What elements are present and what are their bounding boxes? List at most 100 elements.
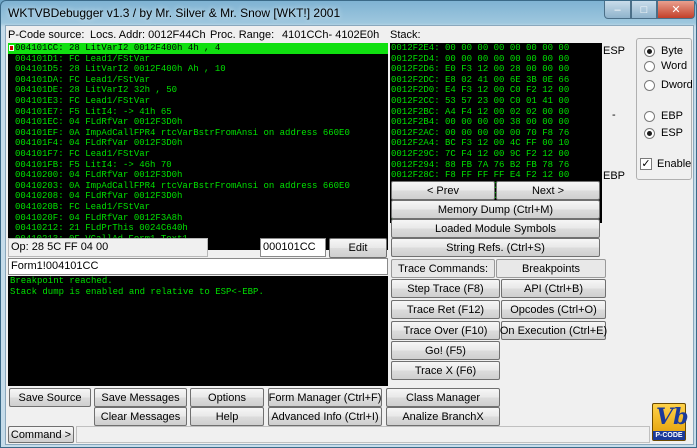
- stack-line[interactable]: 0012F2BC: A4 F4 12 00 02 02 00 00: [390, 107, 602, 118]
- class-manager-button[interactable]: Class Manager: [386, 388, 500, 407]
- code-line[interactable]: 004101CC: 28 LitVarI2 0012F400h 4h , 4: [8, 43, 388, 54]
- code-line[interactable]: 004101F4: 04 FLdRfVar 0012F3D0h: [8, 138, 388, 149]
- radio-dword-dot[interactable]: [644, 79, 655, 91]
- op-field: Op: 28 5C FF 04 00: [8, 238, 208, 257]
- code-line[interactable]: 004101DE: 28 LitVarI2 32h , 50: [8, 85, 388, 96]
- help-button[interactable]: Help: [190, 407, 264, 426]
- radio-word-dot[interactable]: [644, 60, 655, 72]
- file-offs-label: File Offs:: [214, 241, 258, 253]
- stack-line[interactable]: 0012F2CC: 53 57 23 00 C0 01 41 00: [390, 96, 602, 107]
- trace-ret-button[interactable]: Trace Ret (F12): [391, 300, 500, 319]
- code-line[interactable]: 00410212: 21 FLdPrThis 0024C640h: [8, 223, 388, 234]
- maximize-button[interactable]: □: [631, 1, 657, 19]
- options-button[interactable]: Options: [190, 388, 264, 407]
- stack-line[interactable]: 0012F28C: F8 FF FF FF E4 F2 12 00: [390, 170, 602, 181]
- radio-dword[interactable]: Dword: [644, 79, 693, 91]
- next-button[interactable]: Next >: [496, 181, 600, 200]
- minimize-button[interactable]: –: [604, 1, 631, 19]
- opcodes-button[interactable]: Opcodes (Ctrl+O): [501, 300, 606, 319]
- code-line[interactable]: 004101EF: 0A ImpAdCallFPR4 rtcVarBstrFro…: [8, 128, 388, 139]
- code-line-text: 004101D1: FC Lead1/FStVar: [15, 53, 151, 64]
- stack-line-text: 0012F2DC: E8 02 41 00 6E 3B 0E 66: [391, 74, 570, 85]
- code-line[interactable]: 00410200: 04 FLdRfVar 0012F3D0h: [8, 170, 388, 181]
- stack-line[interactable]: 0012F29C: 7C F4 12 00 9C F2 12 00: [390, 149, 602, 160]
- trace-over-button[interactable]: Trace Over (F10): [391, 321, 500, 340]
- command-input[interactable]: [76, 426, 650, 443]
- code-line[interactable]: 00410203: 0A ImpAdCallFPR4 rtcVarBstrFro…: [8, 181, 388, 192]
- stack-line-text: 0012F2E4: 00 00 00 00 00 00 00 00: [391, 43, 570, 53]
- stack-line[interactable]: 0012F294: 88 FB 7A 76 B2 FB 78 76: [390, 160, 602, 171]
- code-line-text: 00410208: 04 FLdRfVar 0012F3D0h: [15, 191, 183, 202]
- enable-check-box[interactable]: ✓: [640, 158, 652, 170]
- string-refs-button[interactable]: String Refs. (Ctrl+S): [391, 238, 600, 257]
- code-line[interactable]: 00410208: 04 FLdRfVar 0012F3D0h: [8, 191, 388, 202]
- on-execution-button[interactable]: On Execution (Ctrl+E): [500, 321, 607, 340]
- stack-line[interactable]: 0012F2A4: BC F3 12 00 4C FF 00 10: [390, 138, 602, 149]
- enable-label: Enable: [657, 158, 692, 170]
- esp-marker: ESP: [603, 45, 626, 57]
- radio-esp-dot[interactable]: [644, 127, 655, 139]
- stack-line[interactable]: 0012F2B4: 00 00 00 00 38 00 00 00: [390, 117, 602, 128]
- code-line-text: 00410203: 0A ImpAdCallFPR4 rtcVarBstrFro…: [15, 180, 350, 191]
- code-line[interactable]: 004101E3: FC Lead1/FStVar: [8, 96, 388, 107]
- radio-ebp[interactable]: EBP: [644, 110, 683, 122]
- stack-line[interactable]: 0012F2D4: 00 00 00 00 00 00 00 00: [390, 54, 602, 65]
- radio-byte[interactable]: Byte: [644, 45, 683, 57]
- log-line[interactable]: Breakpoint reached.: [10, 276, 388, 287]
- radio-ebp-label: EBP: [661, 110, 684, 122]
- file-offs-input[interactable]: 000101CC: [260, 238, 326, 257]
- code-line[interactable]: 004101DA: FC Lead1/FStVar: [8, 75, 388, 86]
- save-source-button[interactable]: Save Source: [9, 388, 91, 407]
- code-line[interactable]: 004101E7: F5 LitI4: -> 41h 65: [8, 107, 388, 118]
- code-line[interactable]: 004101D5: 28 LitVarI2 0012F400h Ah , 10: [8, 64, 388, 75]
- loaded-modules-button[interactable]: Loaded Module Symbols: [391, 219, 600, 238]
- stack-line-text: 0012F2CC: 53 57 23 00 C0 01 41 00: [391, 95, 570, 106]
- memory-dump-button[interactable]: Memory Dump (Ctrl+M): [391, 200, 600, 219]
- clear-messages-button[interactable]: Clear Messages: [94, 407, 187, 426]
- radio-byte-dot[interactable]: [644, 45, 655, 57]
- stack-line-text: 0012F2A4: BC F3 12 00 4C FF 00 10: [391, 138, 570, 149]
- enable-checkbox[interactable]: ✓ Enable: [640, 158, 691, 170]
- stack-line[interactable]: 0012F2AC: 00 00 00 00 00 70 F8 76: [390, 128, 602, 139]
- step-trace-button[interactable]: Step Trace (F8): [391, 279, 500, 298]
- breakpoints-tab[interactable]: Breakpoints: [496, 259, 606, 278]
- api-button[interactable]: API (Ctrl+B): [501, 279, 606, 298]
- edit-button[interactable]: Edit: [329, 238, 387, 258]
- log-line[interactable]: Stack dump is enabled and relative to ES…: [10, 287, 388, 298]
- code-line-text: 004101FB: F5 LitI4: -> 46h 70: [15, 159, 172, 170]
- code-line-text: 004101F4: 04 FLdRfVar 0012F3D0h: [15, 138, 183, 149]
- code-line[interactable]: 0041020B: FC Lead1/FStVar: [8, 202, 388, 213]
- message-log[interactable]: Breakpoint reached. Stack dump is enabled…: [8, 276, 388, 386]
- code-line[interactable]: 004101EC: 04 FLdRfVar 0012F3D0h: [8, 117, 388, 128]
- go-button[interactable]: Go! (F5): [391, 341, 500, 360]
- code-line[interactable]: 0041020F: 04 FLdRfVar 0012F3A8h: [8, 213, 388, 224]
- code-line-text: 004101CC: 28 LitVarI2 0012F400h 4h , 4: [15, 43, 221, 53]
- stack-line[interactable]: 0012F2D0: E4 F3 12 00 C0 F2 12 00: [390, 85, 602, 96]
- stack-line[interactable]: 0012F2DC: E8 02 41 00 6E 3B 0E 66: [390, 75, 602, 86]
- form-manager-button[interactable]: Form Manager (Ctrl+F): [268, 388, 382, 407]
- stack-line[interactable]: 0012F2E4: 00 00 00 00 00 00 00 00: [390, 43, 602, 54]
- log-line-text: Stack dump is enabled and relative to ES…: [10, 286, 264, 297]
- title-bar[interactable]: WKTVBDebugger v1.3 / by Mr. Silver & Mr.…: [1, 1, 697, 27]
- stack-line[interactable]: 0012F2D6: E0 F3 12 00 28 00 00 00: [390, 64, 602, 75]
- trace-x-button[interactable]: Trace X (F6): [391, 361, 500, 380]
- advanced-info-button[interactable]: Advanced Info (Ctrl+I): [268, 407, 382, 426]
- pcode-listing[interactable]: 004101CC: 28 LitVarI2 0012F400h 4h , 4 00…: [8, 43, 388, 250]
- analize-branch-button[interactable]: Analize BranchX: [386, 407, 500, 426]
- radio-esp-label: ESP: [661, 127, 684, 139]
- prev-button[interactable]: < Prev: [391, 181, 495, 200]
- radio-esp[interactable]: ESP: [644, 127, 683, 139]
- stack-line-text: 0012F2D4: 00 00 00 00 00 00 00 00: [391, 53, 570, 64]
- logo-pcode-text: P-CODE: [653, 431, 685, 440]
- form-address-field[interactable]: Form1!004101CC: [8, 258, 388, 275]
- debugger-window: WKTVBDebugger v1.3 / by Mr. Silver & Mr.…: [0, 0, 697, 448]
- code-line[interactable]: 004101F7: FC Lead1/FStVar: [8, 149, 388, 160]
- radio-ebp-dot[interactable]: [644, 110, 655, 122]
- save-messages-button[interactable]: Save Messages: [94, 388, 187, 407]
- code-line[interactable]: 004101FB: F5 LitI4: -> 46h 70: [8, 160, 388, 171]
- trace-commands-tab[interactable]: Trace Commands:: [391, 259, 495, 278]
- radio-word[interactable]: Word: [644, 60, 687, 72]
- close-button[interactable]: ✕: [657, 1, 695, 19]
- command-button[interactable]: Command >: [8, 426, 74, 443]
- code-line[interactable]: 004101D1: FC Lead1/FStVar: [8, 54, 388, 65]
